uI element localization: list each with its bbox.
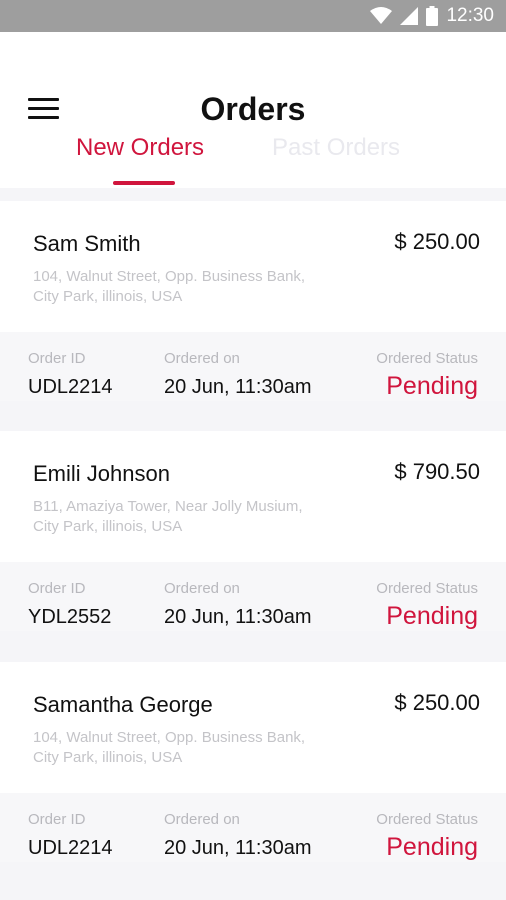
- ordered-on-value: 20 Jun, 11:30am: [164, 376, 312, 398]
- order-amount: $ 790.50: [394, 459, 480, 484]
- ordered-on-label: Ordered on: [164, 350, 240, 367]
- order-card-summary: Sam Smith $ 250.00 104, Walnut Street, O…: [0, 201, 506, 332]
- order-amount: $ 250.00: [394, 690, 480, 715]
- order-id-label: Order ID: [28, 350, 86, 367]
- address-line: 104, Walnut Street, Opp. Business Bank,: [33, 268, 306, 285]
- active-tab-indicator: [113, 181, 175, 185]
- status-bar: 12:30: [0, 0, 506, 32]
- ordered-on-label: Ordered on: [164, 811, 240, 828]
- address-line: City Park, illinois, USA: [33, 749, 183, 766]
- wifi-icon: [370, 7, 393, 24]
- order-card[interactable]: Emili Johnson $ 790.50 B11, Amaziya Towe…: [0, 431, 506, 631]
- address-line: City Park, illinois, USA: [33, 288, 183, 305]
- customer-name: Sam Smith: [33, 231, 141, 256]
- order-card-summary: Samantha George $ 250.00 104, Walnut Str…: [0, 662, 506, 793]
- order-id-value: UDL2214: [28, 376, 113, 398]
- battery-icon: [426, 6, 439, 26]
- customer-name: Emili Johnson: [33, 461, 170, 486]
- ordered-on-value: 20 Jun, 11:30am: [164, 837, 312, 859]
- ordered-on-label: Ordered on: [164, 580, 240, 597]
- tab-new-orders[interactable]: New Orders: [76, 134, 204, 162]
- status-badge: Pending: [386, 833, 478, 861]
- customer-address: 104, Walnut Street, Opp. Business Bank, …: [33, 267, 353, 307]
- order-id-value: YDL2552: [28, 606, 112, 628]
- customer-name: Samantha George: [33, 692, 213, 717]
- order-card-summary: Emili Johnson $ 790.50 B11, Amaziya Towe…: [0, 431, 506, 562]
- status-badge: Pending: [386, 602, 478, 630]
- customer-address: B11, Amaziya Tower, Near Jolly Musium, C…: [33, 497, 353, 537]
- status-icons: 12:30: [370, 4, 494, 28]
- signal-icon: [400, 7, 419, 25]
- app-header: Orders: [0, 32, 506, 188]
- status-badge: Pending: [386, 372, 478, 400]
- order-card-details: Order ID UDL2214 Ordered on 20 Jun, 11:3…: [0, 332, 506, 401]
- customer-address: 104, Walnut Street, Opp. Business Bank, …: [33, 728, 353, 768]
- order-id-label: Order ID: [28, 811, 86, 828]
- address-line: City Park, illinois, USA: [33, 518, 183, 535]
- order-card-details: Order ID UDL2214 Ordered on 20 Jun, 11:3…: [0, 793, 506, 862]
- ordered-status-label: Ordered Status: [376, 580, 478, 597]
- address-line: 104, Walnut Street, Opp. Business Bank,: [33, 729, 306, 746]
- ordered-on-value: 20 Jun, 11:30am: [164, 606, 312, 628]
- order-card[interactable]: Sam Smith $ 250.00 104, Walnut Street, O…: [0, 201, 506, 401]
- ordered-status-label: Ordered Status: [376, 811, 478, 828]
- order-id-value: UDL2214: [28, 837, 113, 859]
- address-line: B11, Amaziya Tower, Near Jolly Musium,: [33, 498, 303, 515]
- order-card-details: Order ID YDL2552 Ordered on 20 Jun, 11:3…: [0, 562, 506, 631]
- order-card[interactable]: Samantha George $ 250.00 104, Walnut Str…: [0, 662, 506, 862]
- page-title: Orders: [200, 91, 306, 127]
- ordered-status-label: Ordered Status: [376, 350, 478, 367]
- order-id-label: Order ID: [28, 580, 86, 597]
- tab-past-orders[interactable]: Past Orders: [272, 134, 400, 162]
- status-time: 12:30: [446, 5, 494, 26]
- order-amount: $ 250.00: [394, 229, 480, 254]
